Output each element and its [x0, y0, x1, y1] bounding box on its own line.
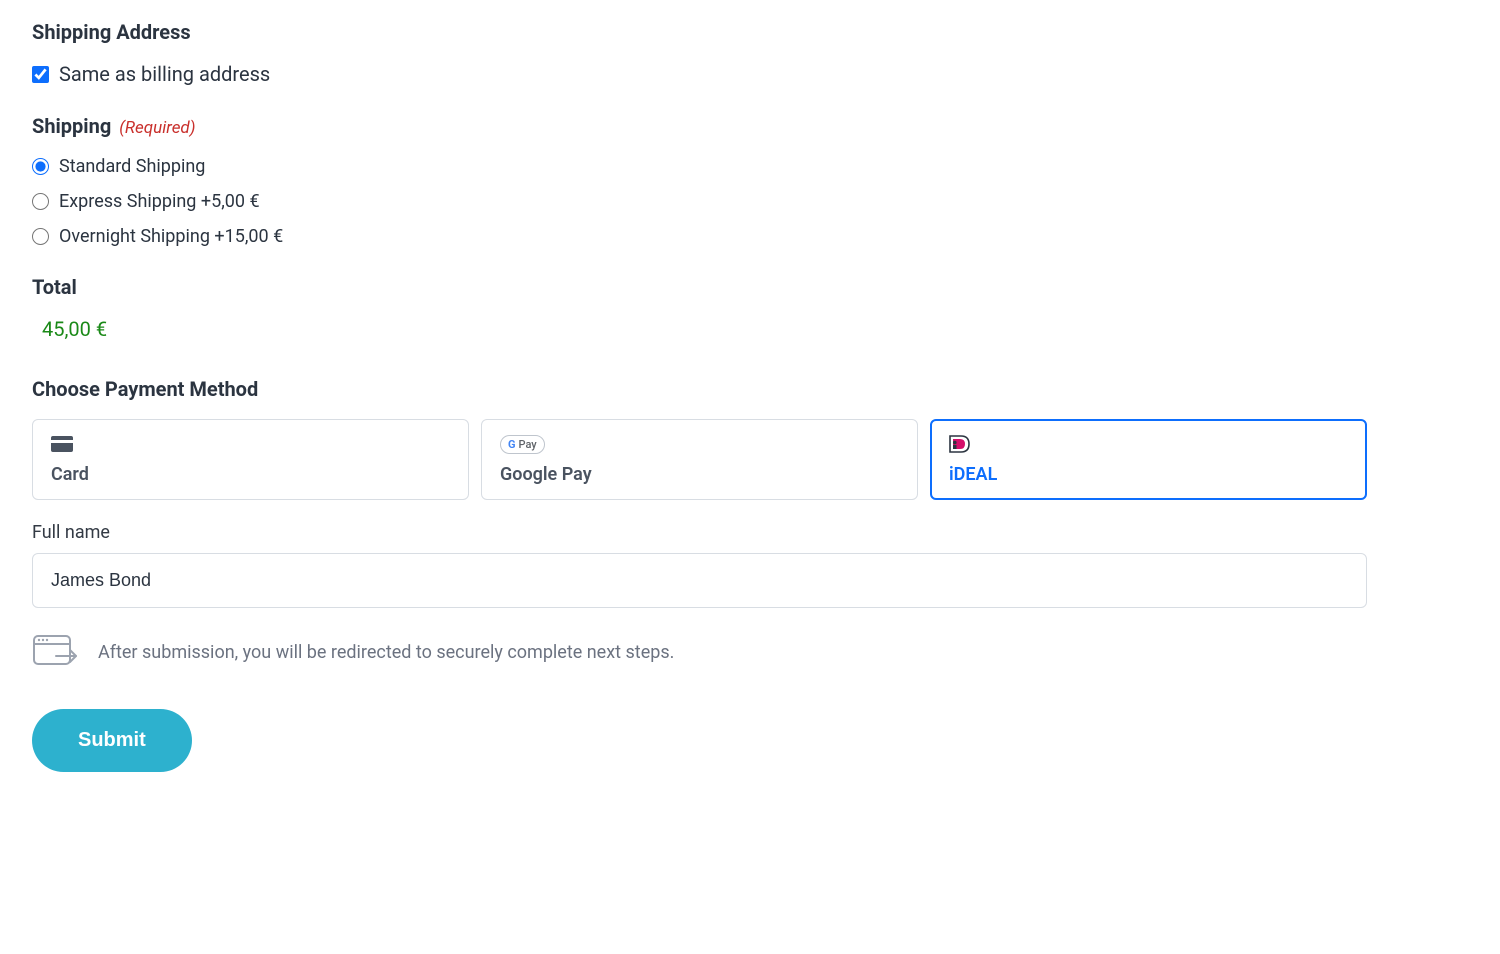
shipping-option-standard: Standard Shipping — [32, 156, 1367, 177]
shipping-label-express[interactable]: Express Shipping +5,00 € — [59, 191, 260, 212]
payment-option-ideal[interactable]: iDEAL — [930, 419, 1367, 500]
shipping-method-heading: Shipping — [32, 114, 111, 138]
submit-button[interactable]: Submit — [32, 709, 192, 772]
payment-option-card[interactable]: Card — [32, 419, 469, 500]
full-name-label: Full name — [32, 522, 1367, 543]
shipping-label-standard[interactable]: Standard Shipping — [59, 156, 205, 177]
shipping-method-radio-group: Standard Shipping Express Shipping +5,00… — [32, 156, 1367, 247]
shipping-address-heading: Shipping Address — [32, 20, 1367, 44]
shipping-method-heading-row: Shipping (Required) — [32, 114, 1367, 138]
shipping-label-overnight[interactable]: Overnight Shipping +15,00 € — [59, 226, 283, 247]
ideal-icon — [949, 434, 971, 454]
shipping-option-express: Express Shipping +5,00 € — [32, 191, 1367, 212]
redirect-notice: After submission, you will be redirected… — [32, 632, 1367, 673]
shipping-radio-express[interactable] — [32, 193, 49, 210]
total-heading: Total — [32, 275, 1367, 299]
payment-methods-row: Card G Pay Google Pay iDEAL — [32, 419, 1367, 500]
payment-option-gpay[interactable]: G Pay Google Pay — [481, 419, 918, 500]
shipping-option-overnight: Overnight Shipping +15,00 € — [32, 226, 1367, 247]
card-icon — [51, 434, 73, 454]
total-value: 45,00 € — [42, 317, 1367, 341]
same-as-billing-label[interactable]: Same as billing address — [59, 62, 270, 86]
full-name-input[interactable] — [32, 553, 1367, 608]
payment-method-heading: Choose Payment Method — [32, 377, 1367, 401]
payment-label-card: Card — [51, 464, 89, 485]
gpay-icon: G Pay — [500, 434, 545, 454]
shipping-required-label: (Required) — [119, 118, 195, 138]
payment-label-ideal: iDEAL — [949, 464, 997, 485]
same-as-billing-checkbox[interactable] — [32, 66, 49, 83]
shipping-radio-standard[interactable] — [32, 158, 49, 175]
shipping-radio-overnight[interactable] — [32, 228, 49, 245]
same-as-billing-row: Same as billing address — [32, 62, 1367, 86]
redirect-notice-text: After submission, you will be redirected… — [98, 642, 674, 663]
payment-label-gpay: Google Pay — [500, 464, 592, 485]
redirect-icon — [32, 632, 78, 673]
